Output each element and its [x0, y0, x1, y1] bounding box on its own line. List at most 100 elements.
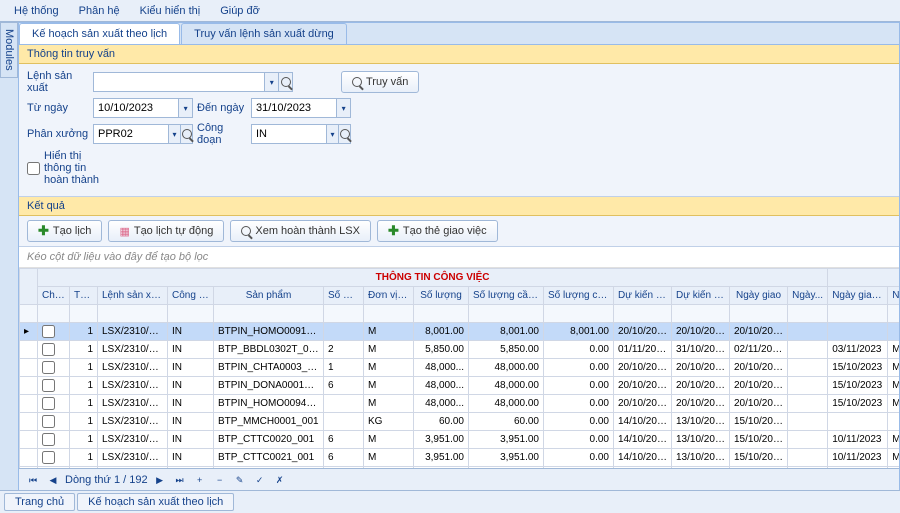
col-header[interactable]: Đơn vị tính — [364, 287, 414, 305]
taolichtudong-button[interactable]: ▦Tạo lịch tự động — [108, 220, 224, 242]
table-row[interactable]: 1LSX/2310/271INBTPIN_DONA0001_0016M48,00… — [20, 377, 900, 395]
menu-giupdo[interactable]: Giúp đỡ — [210, 2, 270, 20]
cell-cd: IN — [168, 467, 214, 469]
pager-cancel[interactable]: ✗ — [272, 472, 288, 488]
tungay-trigger[interactable]: ▾ — [178, 99, 192, 117]
filter-cell[interactable] — [888, 305, 899, 323]
status-home[interactable]: Trang chủ — [4, 493, 75, 511]
col-header[interactable]: Số lượng — [414, 287, 469, 305]
table-row[interactable]: ▸1LSX/2310/253INBTPIN_HOMO0091_001M8,001… — [20, 323, 900, 341]
col-header[interactable]: Chọn — [38, 287, 70, 305]
modules-sidebar-tab[interactable]: Modules — [0, 22, 18, 78]
filter-cell[interactable] — [469, 305, 544, 323]
congdoan-input[interactable] — [252, 125, 326, 143]
filter-cell[interactable] — [364, 305, 414, 323]
table-row[interactable]: 1LSX/2310/260INBTP_BBDL0302T_0012M5,850.… — [20, 341, 900, 359]
table-row[interactable]: 1LSX/2310/272INBTPIN_HOMO0094_001M48,000… — [20, 395, 900, 413]
filter-cell[interactable] — [70, 305, 98, 323]
row-checkbox[interactable] — [42, 361, 55, 374]
cell-dkb: 14/10/2023 — [672, 467, 730, 469]
pager-add[interactable]: + — [192, 472, 208, 488]
lenh-input[interactable] — [94, 73, 264, 91]
filter-cell[interactable] — [544, 305, 614, 323]
status-current[interactable]: Kế hoạch sản xuất theo lịch — [77, 493, 234, 511]
grid[interactable]: THÔNG TIN CÔNG VIỆC THÔNG TIN NGUỒN LỰC … — [19, 268, 899, 468]
congdoan-search[interactable] — [338, 125, 350, 143]
taothegiaoviec-button[interactable]: ✚Tạo thẻ giao việc — [377, 220, 498, 242]
congdoan-dropdown[interactable]: ▾ — [326, 125, 338, 143]
table-row[interactable]: 1LSX/2310/276INBTP_CTTC0022_0016M3,951.0… — [20, 467, 900, 469]
pager-first[interactable]: ⏮ — [25, 472, 41, 488]
col-header[interactable]: Số lượng còn lại — [544, 287, 614, 305]
menu-hethong[interactable]: Hệ thống — [4, 2, 69, 20]
lenh-trigger-search[interactable] — [278, 73, 292, 91]
cell-chon — [38, 359, 70, 377]
xemhoanthanh-button[interactable]: Xem hoàn thành LSX — [230, 220, 371, 242]
menu-kieuhienthi[interactable]: Kiểu hiển thị — [130, 2, 211, 20]
filter-cell[interactable] — [168, 305, 214, 323]
pager-last[interactable]: ⏭ — [172, 472, 188, 488]
pager-edit[interactable]: ✎ — [232, 472, 248, 488]
phanxuong-input[interactable] — [94, 125, 168, 143]
lenh-field[interactable]: ▾ — [93, 72, 293, 92]
col-header[interactable]: Nguồn lực — [888, 287, 899, 305]
filter-cell[interactable] — [828, 305, 888, 323]
col-header[interactable]: Lệnh sản xuất — [98, 287, 168, 305]
pager-next[interactable]: ▶ — [152, 472, 168, 488]
tungay-field[interactable]: ▾ — [93, 98, 193, 118]
tungay-input[interactable] — [94, 99, 178, 117]
truyvan-button[interactable]: Truy vấn — [341, 71, 419, 93]
denngay-input[interactable] — [252, 99, 336, 117]
taolich-button[interactable]: ✚Tạo lịch — [27, 220, 102, 242]
table-row[interactable]: 1LSX/2310/275INBTP_CTTC0021_0016M3,951.0… — [20, 449, 900, 467]
denngay-field[interactable]: ▾ — [251, 98, 351, 118]
filter-cell[interactable] — [788, 305, 828, 323]
col-header[interactable]: Ngày giao — [730, 287, 788, 305]
col-header[interactable]: Dự kiến ho... — [614, 287, 672, 305]
pager-check[interactable]: ✓ — [252, 472, 268, 488]
filter-cell[interactable] — [98, 305, 168, 323]
congdoan-field[interactable]: ▾ — [251, 124, 351, 144]
col-header[interactable]: Sản phẩm — [214, 287, 324, 305]
filter-cell[interactable] — [614, 305, 672, 323]
col-header[interactable]: Ngày... — [788, 287, 828, 305]
row-checkbox[interactable] — [42, 415, 55, 428]
col-header[interactable]: TT... — [70, 287, 98, 305]
filter-cell[interactable] — [38, 305, 70, 323]
denngay-trigger[interactable]: ▾ — [336, 99, 350, 117]
phanxuong-dropdown[interactable]: ▾ — [168, 125, 180, 143]
col-header[interactable]: Số lượng cần sả... — [469, 287, 544, 305]
filter-cell[interactable] — [324, 305, 364, 323]
row-checkbox[interactable] — [42, 433, 55, 446]
filter-cell[interactable] — [672, 305, 730, 323]
pager-remove[interactable]: − — [212, 472, 228, 488]
col-header[interactable]: Dự kiến b... — [672, 287, 730, 305]
cell-n1 — [788, 467, 828, 469]
col-header[interactable]: Công đoạn — [168, 287, 214, 305]
row-checkbox[interactable] — [42, 379, 55, 392]
cell-slcan: 60.00 — [469, 413, 544, 431]
col-header[interactable]: Số Màu — [324, 287, 364, 305]
tab-kehoach[interactable]: Kế hoạch sản xuất theo lịch — [19, 23, 180, 44]
lenh-trigger-dropdown[interactable]: ▾ — [264, 73, 278, 91]
cell-sp: BTPIN_DONA0001_001 — [214, 377, 324, 395]
menu-phanhe[interactable]: Phân hệ — [69, 2, 130, 20]
table-row[interactable]: 1LSX/2310/273INBTP_MMCH0001_001KG60.0060… — [20, 413, 900, 431]
cell-slcl: 0.00 — [544, 359, 614, 377]
phanxuong-search[interactable] — [180, 125, 192, 143]
filter-cell[interactable] — [414, 305, 469, 323]
table-row[interactable]: 1LSX/2310/269INBTPIN_CHTA0003_0011M48,00… — [20, 359, 900, 377]
filter-cell[interactable] — [730, 305, 788, 323]
phanxuong-field[interactable]: ▾ — [93, 124, 193, 144]
row-checkbox[interactable] — [42, 325, 55, 338]
row-checkbox[interactable] — [42, 343, 55, 356]
filter-cell[interactable] — [214, 305, 324, 323]
pager-prev[interactable]: ◀ — [45, 472, 61, 488]
col-header[interactable]: Ngày giao... — [828, 287, 888, 305]
hienthi-checkbox[interactable] — [27, 162, 40, 175]
table-row[interactable]: 1LSX/2310/274INBTP_CTTC0020_0016M3,951.0… — [20, 431, 900, 449]
cell-n1 — [788, 377, 828, 395]
row-checkbox[interactable] — [42, 397, 55, 410]
row-checkbox[interactable] — [42, 451, 55, 464]
tab-truyvan[interactable]: Truy vấn lệnh sản xuất dừng — [181, 23, 347, 44]
